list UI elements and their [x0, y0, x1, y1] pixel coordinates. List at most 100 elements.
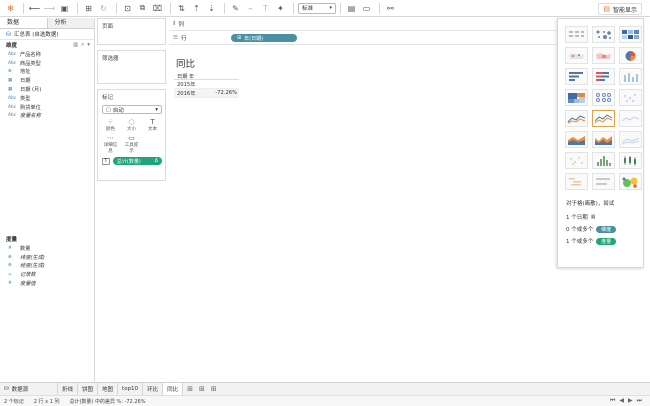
dimension-field[interactable]: ▦ 日期 (月): [0, 85, 94, 94]
forward-icon[interactable]: ⟶: [43, 2, 56, 15]
sheet-tab[interactable]: top10: [118, 383, 144, 395]
refresh-icon[interactable]: ↻: [97, 2, 110, 15]
divider: [77, 2, 78, 14]
dimension-field[interactable]: Abc 产品名称: [0, 50, 94, 59]
mark-button[interactable]: ◌ 大小: [123, 118, 140, 132]
measure-field[interactable]: ⊕ 纬度(生成): [0, 253, 94, 262]
line-continuous-chart[interactable]: [565, 110, 588, 127]
back-icon[interactable]: ⟵: [28, 2, 41, 15]
new-dashboard-icon[interactable]: ⊞: [199, 385, 205, 393]
toolbar: ✻ ⟵ ⟶ ▣ ⊞ ↻ ⊡ ⧉ ⌧ ⇅ ⇡ ⇣ ✎ ⌁ T ✦ 标准 ▾ ▤ ▭…: [0, 0, 650, 17]
new-datasource-icon[interactable]: ⊞: [82, 2, 95, 15]
show-me-button[interactable]: ▤ 智能显示: [598, 3, 642, 15]
bullet-graph-chart[interactable]: [592, 173, 615, 190]
dimension-field[interactable]: Abc 购货单位: [0, 103, 94, 112]
box-whisker-chart[interactable]: [619, 152, 642, 169]
rows-shelf[interactable]: ☰ 行 ⊞ 年(日期): [169, 32, 556, 45]
measure-field[interactable]: # 度量值: [0, 279, 94, 288]
dimension-field[interactable]: Abc 类型: [0, 94, 94, 103]
treemap-chart[interactable]: [565, 89, 588, 106]
highlight-icon[interactable]: ✎: [229, 2, 242, 15]
measure-field[interactable]: ⊕ 经度(生成): [0, 262, 94, 271]
stacked-bar-chart[interactable]: [592, 68, 615, 85]
pie-chart[interactable]: [619, 47, 642, 64]
area-discrete-chart[interactable]: [592, 131, 615, 148]
swap-icon[interactable]: ⇅: [175, 2, 188, 15]
datasource-tab[interactable]: ⛁ 数据源: [0, 383, 58, 395]
sort-desc-icon[interactable]: ⇣: [205, 2, 218, 15]
prev-page-icon[interactable]: ◀: [619, 397, 624, 405]
mark-button[interactable]: ⋯ 详细信息: [102, 134, 119, 154]
measure-list: # 数量 ⊕ 纬度(生成) ⊕ 经度(生成) = 记录数 # 度量值: [0, 244, 94, 288]
filters-shelf[interactable]: 筛选器: [97, 50, 166, 84]
search-icon[interactable]: ⌕: [81, 42, 84, 49]
filled-map-chart[interactable]: [592, 47, 615, 64]
sheet-tab[interactable]: 环比: [143, 383, 164, 395]
duplicate-sheet-icon[interactable]: ⧉: [136, 2, 149, 15]
pin-icon[interactable]: ✦: [274, 2, 287, 15]
highlight-table-chart[interactable]: [619, 26, 642, 43]
tab-analysis[interactable]: 分析: [46, 18, 94, 28]
sheet-tab[interactable]: 折线: [58, 383, 79, 395]
next-page-icon[interactable]: ▶: [628, 397, 633, 405]
dimension-field[interactable]: ▦ 日期: [0, 76, 94, 85]
labels-icon[interactable]: T: [259, 2, 272, 15]
dimension-field[interactable]: Abc 商品类型: [0, 59, 94, 68]
clear-sheet-icon[interactable]: ⌧: [151, 2, 164, 15]
new-worksheet-icon[interactable]: ⊞: [187, 385, 193, 393]
symbol-map-chart[interactable]: [565, 47, 588, 64]
measure-pill[interactable]: 总计(数量) Δ: [112, 157, 162, 165]
presentation-icon[interactable]: ▭: [360, 2, 373, 15]
circle-view-chart[interactable]: [592, 89, 615, 106]
row-value[interactable]: -72.26%: [215, 90, 237, 96]
dual-line-chart[interactable]: [619, 110, 642, 127]
mark-button[interactable]: ▭ 工具提示: [123, 134, 140, 154]
scatter-plot-chart[interactable]: [565, 152, 588, 169]
tab-data[interactable]: 数据: [0, 18, 47, 28]
measure-field[interactable]: = 记录数: [0, 270, 94, 279]
histogram-chart[interactable]: [592, 152, 615, 169]
side-by-side-circle-chart[interactable]: [619, 89, 642, 106]
last-page-icon[interactable]: ⏭: [637, 397, 642, 405]
sort-asc-icon[interactable]: ⇡: [190, 2, 203, 15]
mark-type-select[interactable]: ▢ 自动 ▾: [102, 105, 162, 114]
share-icon[interactable]: ⚯: [384, 2, 397, 15]
columns-shelf[interactable]: ⦀ 列: [169, 18, 556, 31]
chevron-down-icon[interactable]: ▾: [87, 42, 90, 49]
dimension-field[interactable]: ⊕ 地址: [0, 68, 94, 77]
measure-field[interactable]: # 数量: [0, 244, 94, 253]
mark-button[interactable]: ⁘ 颜色: [102, 118, 119, 132]
field-type-icon: #: [8, 245, 12, 251]
area-continuous-chart[interactable]: [565, 131, 588, 148]
heat-map-chart[interactable]: [592, 26, 615, 43]
status-bar: 2 个标记 2 行 x 1 列 总计(数量) 中的差异 %: -72.26% ⏮…: [0, 395, 650, 406]
sheet-tab[interactable]: 同比: [163, 383, 184, 395]
marks-card-title: 标记: [102, 95, 114, 101]
dimension-field[interactable]: Abc 度量名称: [0, 112, 94, 121]
first-page-icon[interactable]: ⏮: [610, 397, 615, 405]
view-toggle-icon[interactable]: ▥: [73, 42, 78, 49]
horizontal-bar-chart[interactable]: [565, 68, 588, 85]
fit-select[interactable]: 标准 ▾: [298, 2, 336, 14]
datasource-item[interactable]: ⛁ 汇总表 (自选数据): [0, 29, 94, 40]
show-cards-icon[interactable]: ▤: [345, 2, 358, 15]
new-sheet-icon[interactable]: ⊡: [121, 2, 134, 15]
packed-bubbles-chart[interactable]: [619, 173, 642, 190]
line-discrete-chart[interactable]: [592, 110, 615, 127]
side-by-side-bar-chart[interactable]: [619, 68, 642, 85]
pages-shelf[interactable]: 页面: [97, 18, 166, 45]
dual-combination-chart[interactable]: [619, 131, 642, 148]
new-story-icon[interactable]: ⊞: [211, 385, 217, 393]
rows-pill[interactable]: ⊞ 年(日期): [230, 34, 297, 42]
sheet-tabs-bar: ⛁ 数据源 折线 饼图 地图 top10 环比 同比 ⊞ ⊞ ⊞: [0, 382, 650, 395]
text-table-chart[interactable]: [565, 26, 588, 43]
field-type-icon: ⊕: [8, 263, 12, 269]
tableau-logo-icon[interactable]: ✻: [4, 2, 17, 15]
save-icon[interactable]: ▣: [58, 2, 71, 15]
group-icon[interactable]: ⌁: [244, 2, 257, 15]
sheet-tab[interactable]: 地图: [98, 383, 119, 395]
mark-button[interactable]: T 文本: [144, 118, 161, 132]
field-type-icon: ▦: [8, 87, 13, 93]
sheet-tab[interactable]: 饼图: [78, 383, 99, 395]
gantt-chart[interactable]: [565, 173, 588, 190]
